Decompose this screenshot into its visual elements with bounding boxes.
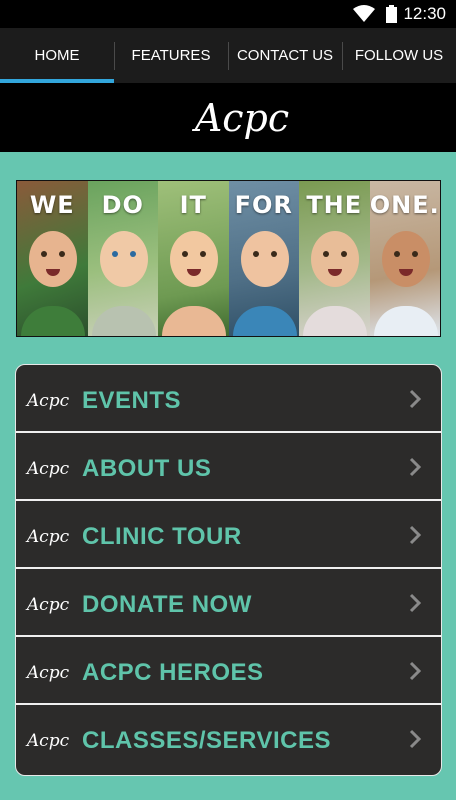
tab-label: FOLLOW US — [354, 47, 444, 64]
menu-item-label: CLASSES/SERVICES — [82, 727, 331, 754]
mini-logo-text: Acpc — [25, 391, 70, 411]
eye — [270, 251, 277, 257]
banner-word: WE — [29, 191, 75, 219]
acpc-mini-logo-icon: Acpc — [25, 731, 70, 751]
child-face — [99, 231, 148, 287]
banner-panel: WE — [17, 181, 88, 336]
tab-label: CONTACT US — [236, 47, 334, 64]
banner-word: IT — [179, 191, 207, 219]
mini-logo-text: Acpc — [25, 595, 70, 615]
menu-item-events[interactable]: Acpc EVENTS — [16, 365, 441, 433]
tab-bar: HOME FEATURES CONTACT US FOLLOW US — [0, 28, 456, 83]
banner-panel: THE — [299, 181, 370, 336]
acpc-mini-logo-icon: Acpc — [25, 459, 70, 479]
acpc-mini-logo-icon: Acpc — [25, 663, 70, 683]
child-body — [303, 306, 367, 336]
clock: 12:30 — [403, 4, 446, 23]
mini-logo-text: Acpc — [25, 527, 70, 547]
menu-item-label: CLINIC TOUR — [82, 523, 242, 550]
logo-text: Acpc — [192, 96, 289, 140]
eye — [129, 251, 136, 257]
menu-item-classes-services[interactable]: Acpc CLASSES/SERVICES — [16, 705, 441, 773]
child-face — [381, 231, 430, 287]
hero-banner: WE DO IT FOR THE ONE. — [16, 180, 441, 337]
tab-contact-us[interactable]: CONTACT US — [228, 28, 342, 83]
menu-item-acpc-heroes[interactable]: Acpc ACPC HEROES — [16, 637, 441, 705]
menu-item-label: EVENTS — [82, 387, 182, 414]
chevron-right-icon — [409, 389, 421, 409]
eye — [41, 251, 47, 257]
menu-item-label: ACPC HEROES — [82, 659, 264, 686]
banner-word: ONE. — [369, 191, 440, 219]
mini-logo-text: Acpc — [25, 731, 70, 751]
acpc-mini-logo-icon: Acpc — [25, 527, 70, 547]
tab-features[interactable]: FEATURES — [114, 28, 228, 83]
menu-item-label: ABOUT US — [82, 455, 212, 482]
child-face — [311, 231, 359, 287]
status-bar: 12:30 — [0, 0, 456, 28]
eye — [59, 251, 65, 257]
eye — [323, 251, 329, 257]
menu-item-label: DONATE NOW — [82, 591, 252, 618]
child-face — [170, 231, 218, 287]
menu-item-donate-now[interactable]: Acpc DONATE NOW — [16, 569, 441, 637]
eye — [393, 251, 400, 257]
wifi-icon — [353, 5, 375, 22]
tab-home[interactable]: HOME — [0, 28, 114, 83]
banner-word: THE — [306, 191, 363, 219]
eye — [111, 251, 118, 257]
tab-label: FEATURES — [131, 47, 211, 64]
child-body — [162, 306, 226, 336]
child-body — [91, 306, 156, 336]
mini-logo-text: Acpc — [25, 663, 70, 683]
child-body — [373, 306, 438, 336]
child-body — [21, 306, 85, 336]
menu-item-clinic-tour[interactable]: Acpc CLINIC TOUR — [16, 501, 441, 569]
banner-panel: FOR — [228, 181, 299, 336]
eye — [411, 251, 418, 257]
acpc-logo: Acpc — [192, 96, 289, 140]
banner-word: FOR — [234, 191, 293, 219]
child-face — [240, 231, 289, 287]
banner-panel: DO — [87, 181, 158, 336]
eye — [200, 251, 206, 257]
child-face — [29, 231, 77, 287]
eye — [341, 251, 347, 257]
acpc-mini-logo-icon: Acpc — [25, 595, 70, 615]
banner-word: DO — [101, 191, 144, 219]
battery-icon — [386, 5, 397, 23]
child-body — [232, 306, 297, 336]
banner-panel: IT — [158, 181, 229, 336]
chevron-right-icon — [409, 661, 421, 681]
eye — [182, 251, 188, 257]
eye — [252, 251, 259, 257]
main-menu: Acpc EVENTS Acpc ABOUT US Acpc CLINIC TO… — [15, 364, 442, 776]
menu-item-about-us[interactable]: Acpc ABOUT US — [16, 433, 441, 501]
chevron-right-icon — [409, 729, 421, 749]
tab-label: HOME — [34, 47, 80, 64]
chevron-right-icon — [409, 525, 421, 545]
acpc-mini-logo-icon: Acpc — [25, 391, 70, 411]
chevron-right-icon — [409, 457, 421, 477]
banner-panel: ONE. — [369, 181, 440, 336]
mini-logo-text: Acpc — [25, 459, 70, 479]
chevron-right-icon — [409, 593, 421, 613]
header-logo-bar: Acpc — [0, 83, 456, 152]
tab-follow-us[interactable]: FOLLOW US — [342, 28, 456, 83]
